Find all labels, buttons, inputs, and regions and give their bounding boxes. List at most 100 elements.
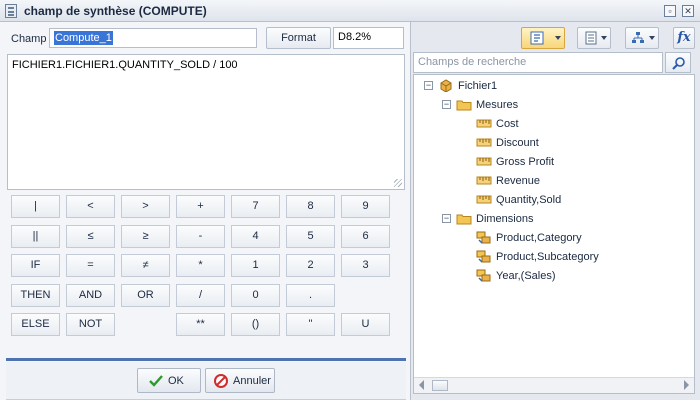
keypad-key[interactable]: || [11,224,60,248]
keypad-key[interactable]: + [176,195,225,218]
close-button[interactable]: ✕ [682,5,694,17]
keypad-key[interactable]: 1 [231,254,280,277]
restore-button[interactable]: ▫ [664,5,676,17]
field-name-input[interactable]: Compute_1 [49,28,257,48]
tree-node-label: Gross Profit [496,156,555,168]
tree-view-button[interactable] [521,27,565,49]
hierarchy-icon [632,32,644,43]
keypad-key[interactable]: " [286,313,335,336]
tree-node-label: Cost [496,118,519,130]
measure-icon [476,138,492,147]
footer-divider [6,358,406,361]
keypad-key[interactable]: . [286,283,335,307]
cancel-button[interactable]: Annuler [205,368,275,393]
keypad-key[interactable]: 2 [286,254,335,277]
scroll-right-icon[interactable] [684,380,689,390]
ok-label: OK [168,375,184,387]
keypad-key[interactable]: 8 [286,195,335,218]
function-button[interactable]: fx [673,27,695,49]
cube-icon [440,79,452,92]
list-view-icon [585,31,597,45]
collapse-toggle-icon[interactable]: − [442,100,451,109]
keypad-key[interactable]: NOT [66,313,115,336]
keypad-key[interactable]: OR [121,283,170,307]
tree-node-field[interactable]: Quantity,Sold [414,191,692,209]
keypad-key[interactable]: ≥ [121,224,170,248]
measure-icon [476,176,492,185]
folder-icon [456,214,472,225]
keypad-key[interactable]: AND [66,283,115,307]
format-button[interactable]: Format [266,27,331,49]
tree-node-label: Mesures [476,99,519,111]
keypad-key[interactable]: ≠ [121,254,170,277]
tree-node-label: Fichier1 [458,80,498,92]
window-title: champ de synthèse (COMPUTE) [24,4,207,18]
field-search-input[interactable]: Champs de recherche [413,52,663,73]
keypad-key[interactable]: 4 [231,224,280,248]
tree-node-label: Dimensions [476,213,534,225]
dimension-icon [476,269,491,282]
list-view-button[interactable] [577,27,611,49]
fields-toolbar: fx [411,22,700,50]
resize-grip[interactable] [394,179,402,187]
tree-node-field[interactable]: Product,Subcategory [414,248,692,266]
keypad-key[interactable]: 5 [286,224,335,248]
keypad-key[interactable]: 3 [341,254,390,277]
keypad-key[interactable]: THEN [11,283,60,307]
tree-node-field[interactable]: Cost [414,115,692,133]
keypad-key[interactable]: 0 [231,283,280,307]
field-name-label: Champ [11,33,47,45]
horizontal-scrollbar[interactable] [414,377,694,393]
search-button[interactable] [665,52,691,73]
tree-node-label: Product,Category [496,232,582,244]
keypad-key[interactable]: / [176,283,225,307]
collapse-toggle-icon[interactable]: − [442,214,451,223]
tree-node-label: Product,Subcategory [496,251,599,263]
checkmark-icon [149,375,163,387]
folder-icon [456,100,472,111]
measure-icon [476,119,492,128]
keypad-key[interactable]: 7 [231,195,280,218]
keypad-key[interactable]: 6 [341,224,390,248]
keypad-key[interactable]: - [176,224,225,248]
keypad-key[interactable]: 9 [341,195,390,218]
tree-node-field[interactable]: Revenue [414,172,692,190]
format-input[interactable]: D8.2% [333,27,404,49]
collapse-toggle-icon[interactable]: − [424,81,433,90]
measure-icon [476,157,492,166]
tree-node-field[interactable]: Gross Profit [414,153,692,171]
tree-node-group[interactable]: − Dimensions [414,210,692,228]
tree-node-group[interactable]: − Mesures [414,96,692,114]
tree-node-label: Quantity,Sold [496,194,562,206]
hierarchy-view-button[interactable] [625,27,659,49]
expression-editor[interactable]: FICHIER1.FICHIER1.QUANTITY_SOLD / 100 [7,54,405,190]
keypad-key[interactable]: < [66,195,115,218]
keypad-key[interactable]: ≤ [66,224,115,248]
keypad-key[interactable]: U [341,313,390,336]
tree-node-field[interactable]: Product,Category [414,229,692,247]
search-icon [672,57,685,70]
scroll-thumb[interactable] [432,380,448,391]
tree-node-field[interactable]: Year,(Sales) [414,267,692,285]
keypad-key[interactable]: > [121,195,170,218]
chevron-down-icon [649,36,655,40]
keypad-key[interactable]: | [11,195,60,218]
expression-pane: Champ Compute_1 Format D8.2% FICHIER1.FI… [0,22,410,400]
tree-node-label: Discount [496,137,539,149]
keypad-key[interactable]: () [231,313,280,336]
ok-button[interactable]: OK [137,368,201,393]
field-name-value: Compute_1 [54,31,113,45]
keypad-key[interactable]: ELSE [11,313,60,336]
keypad-key[interactable]: ** [176,313,225,336]
tree-node-fichier1[interactable]: − Fichier1 [414,77,692,95]
chevron-down-icon [555,36,561,40]
keypad-key[interactable]: * [176,254,225,277]
dimension-icon [476,250,491,263]
keypad-key[interactable]: IF [11,254,60,277]
scroll-left-icon[interactable] [419,380,424,390]
cancel-icon [214,374,228,388]
measure-icon [476,195,492,204]
fields-tree: − Fichier1− Mesures Cost Discount Gross Profi… [413,74,695,394]
tree-node-field[interactable]: Discount [414,134,692,152]
keypad-key[interactable]: = [66,254,115,277]
